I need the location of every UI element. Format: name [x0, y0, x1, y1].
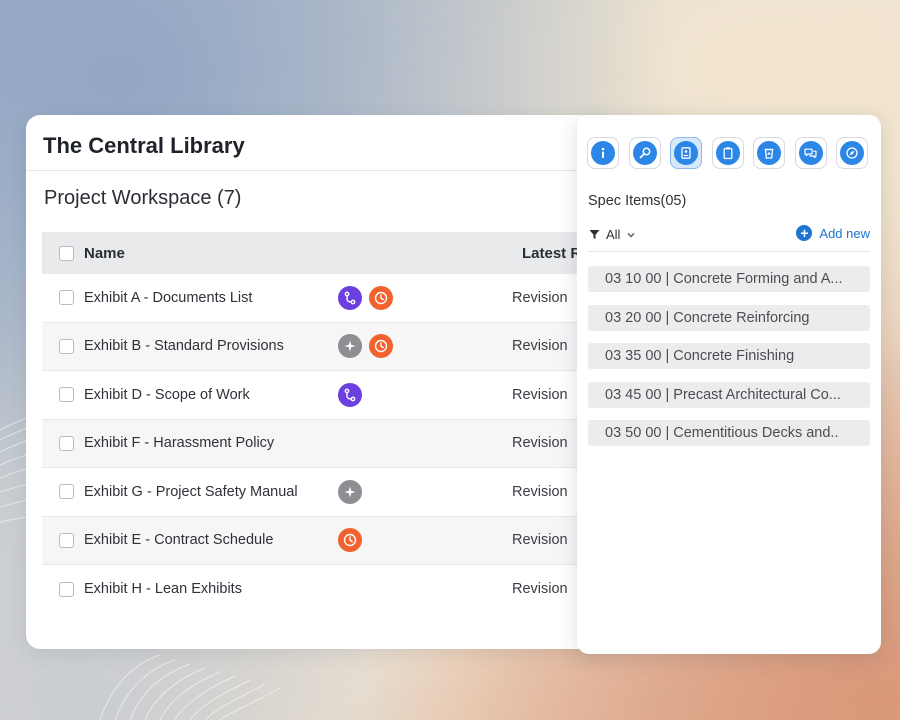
row-checkbox[interactable]: [59, 387, 74, 403]
recycle-button[interactable]: [753, 137, 785, 169]
revision-label: Revision: [512, 581, 568, 598]
table-row[interactable]: Exhibit E - Contract Schedule Revision: [42, 516, 606, 565]
column-header-name[interactable]: Name: [84, 245, 522, 262]
table-row[interactable]: Exhibit A - Documents List Revision: [42, 274, 606, 323]
sparkle-icon[interactable]: [338, 334, 362, 359]
clipboard-button[interactable]: [711, 137, 744, 169]
clipboard-icon: [715, 141, 740, 165]
revision-label: Revision: [512, 289, 568, 306]
row-checkbox[interactable]: [59, 338, 74, 354]
table-row[interactable]: Exhibit G - Project Safety Manual Revisi…: [42, 468, 606, 517]
add-new-label: Add new: [819, 225, 870, 241]
compass-icon: [840, 141, 864, 165]
document-name[interactable]: Exhibit B - Standard Provisions: [84, 338, 338, 354]
document-name[interactable]: Exhibit G - Project Safety Manual: [84, 484, 338, 500]
history-icon[interactable]: [369, 334, 393, 359]
panel-divider: [588, 251, 870, 252]
workspace-title: Project Workspace (7): [44, 187, 242, 209]
branch-icon[interactable]: [338, 382, 362, 407]
row-status-icons: [338, 528, 512, 553]
chat-button[interactable]: [794, 137, 827, 169]
compass-button[interactable]: [836, 137, 868, 169]
recycle-icon: [757, 141, 781, 165]
table-row[interactable]: Exhibit B - Standard Provisions Revision: [42, 322, 606, 371]
filter-icon: [589, 230, 600, 239]
library-card: The Central Library Project Workspace (7…: [26, 115, 606, 649]
plus-icon: +: [796, 225, 813, 241]
document-name[interactable]: Exhibit F - Harassment Policy: [84, 435, 338, 451]
info-icon: [591, 141, 615, 165]
info-button[interactable]: [587, 137, 619, 169]
revision-label: Revision: [512, 532, 568, 549]
table-row[interactable]: Exhibit D - Scope of Work Revision: [42, 371, 606, 420]
spec-item[interactable]: 03 35 00 | Concrete Finishing: [588, 343, 870, 369]
branch-icon[interactable]: [338, 285, 362, 310]
sparkle-icon[interactable]: [338, 479, 362, 504]
row-checkbox[interactable]: [59, 484, 74, 500]
document-name[interactable]: Exhibit E - Contract Schedule: [84, 532, 338, 548]
documents-table: Name Latest R Exhibit A - Documents List…: [42, 232, 606, 614]
spec-item[interactable]: 03 45 00 | Precast Architectural Co...: [588, 381, 870, 408]
row-status-icons: [338, 479, 512, 504]
revision-label: Revision: [512, 483, 568, 500]
app-title: The Central Library: [43, 133, 245, 158]
spec-items-title: Spec Items(05): [588, 193, 687, 209]
document-name[interactable]: Exhibit A - Documents List: [84, 290, 338, 306]
panel-toolbar: [587, 137, 868, 169]
search-icon: [632, 141, 657, 165]
table-row[interactable]: Exhibit H - Lean Exhibits Revision: [42, 565, 606, 614]
chevron-down-icon: [627, 232, 635, 237]
row-checkbox[interactable]: [59, 532, 74, 548]
row-checkbox[interactable]: [59, 581, 74, 597]
id-card-icon: [674, 141, 698, 165]
search-button[interactable]: [628, 137, 661, 169]
id-card-button[interactable]: [670, 137, 702, 169]
chat-icon: [798, 141, 823, 165]
column-header-latest[interactable]: Latest R: [522, 245, 581, 262]
revision-label: Revision: [512, 435, 568, 452]
title-divider: [26, 170, 606, 171]
row-checkbox[interactable]: [59, 435, 74, 451]
select-all-checkbox[interactable]: [59, 245, 74, 261]
filter-dropdown[interactable]: All: [589, 227, 636, 242]
table-row[interactable]: Exhibit F - Harassment Policy Revision: [42, 419, 606, 468]
row-status-icons: [338, 285, 512, 310]
spec-item[interactable]: 03 10 00 | Concrete Forming and A...: [588, 266, 870, 292]
revision-label: Revision: [512, 338, 568, 355]
spec-items-panel: Spec Items(05) All + Add new 03 10 00 | …: [577, 115, 881, 654]
add-new-button[interactable]: + Add new: [796, 225, 870, 241]
spec-item[interactable]: 03 20 00 | Concrete Reinforcing: [588, 304, 870, 331]
history-icon[interactable]: [369, 285, 393, 310]
spec-items-list: 03 10 00 | Concrete Forming and A... 03 …: [588, 266, 870, 459]
revision-label: Revision: [512, 386, 568, 403]
row-status-icons: [338, 382, 512, 407]
table-header: Name Latest R: [42, 232, 606, 274]
document-name[interactable]: Exhibit D - Scope of Work: [84, 387, 338, 403]
row-status-icons: [338, 334, 512, 359]
row-checkbox[interactable]: [59, 290, 74, 306]
history-icon[interactable]: [338, 528, 362, 553]
spec-item[interactable]: 03 50 00 | Cementitious Decks and..: [588, 420, 870, 446]
filter-label: All: [606, 227, 621, 242]
document-name[interactable]: Exhibit H - Lean Exhibits: [84, 581, 338, 597]
